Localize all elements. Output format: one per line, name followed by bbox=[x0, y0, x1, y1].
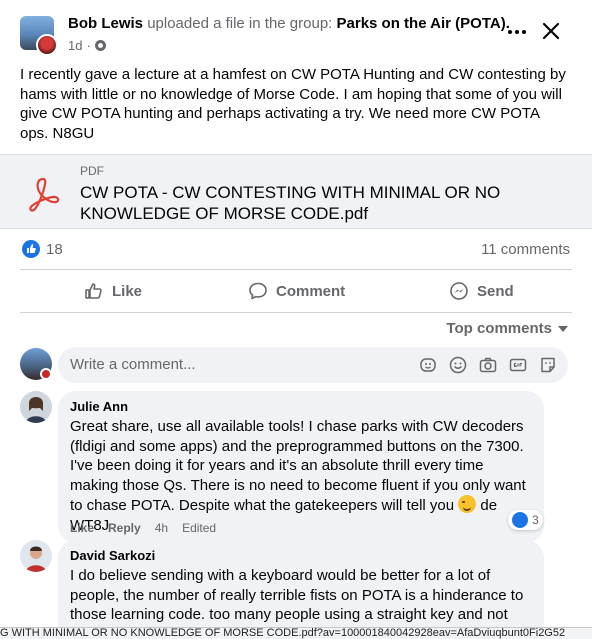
comment-time[interactable]: 4h bbox=[155, 521, 168, 535]
post-actions: Like Comment Send bbox=[0, 274, 592, 308]
send-label: Send bbox=[477, 282, 514, 300]
post-meta: 1d · bbox=[68, 38, 106, 53]
comments-count[interactable]: 11 comments bbox=[481, 241, 570, 258]
reaction-summary: 18 11 comments bbox=[0, 237, 592, 263]
emoji-icon[interactable] bbox=[448, 355, 468, 375]
action-text: uploaded a file in the group: bbox=[147, 15, 333, 32]
like-button[interactable]: Like bbox=[84, 274, 142, 308]
commenter-name[interactable]: David Sarkozi bbox=[70, 548, 532, 564]
sort-label: Top comments bbox=[446, 320, 552, 337]
comment-text-main: Great share, use all available tools! I … bbox=[70, 418, 526, 514]
commenter-name[interactable]: Julie Ann bbox=[70, 399, 532, 415]
post-body: I recently gave a lecture at a hamfest o… bbox=[20, 66, 566, 142]
avatar-badge bbox=[40, 368, 52, 380]
caret-down-icon bbox=[558, 325, 568, 332]
divider bbox=[20, 269, 572, 270]
comment-reaction-count: 3 bbox=[532, 513, 539, 527]
comment-input[interactable]: Write a comment... bbox=[58, 347, 568, 383]
author-name[interactable]: Bob Lewis bbox=[68, 15, 143, 32]
camera-icon[interactable] bbox=[478, 355, 498, 375]
author-avatar[interactable] bbox=[36, 34, 58, 56]
gif-icon[interactable] bbox=[508, 355, 528, 375]
send-button[interactable]: Send bbox=[449, 274, 514, 308]
commenter-avatar[interactable] bbox=[20, 540, 52, 572]
comment-reactions[interactable]: 3 bbox=[508, 510, 543, 530]
comment-label: Comment bbox=[276, 282, 346, 300]
meta-separator: · bbox=[86, 38, 91, 53]
group-avatar[interactable] bbox=[20, 16, 60, 56]
composer-icons bbox=[418, 355, 558, 375]
current-user-avatar[interactable] bbox=[20, 348, 52, 380]
reaction-count[interactable]: 18 bbox=[46, 241, 63, 258]
avatar-sticker-icon[interactable] bbox=[418, 355, 438, 375]
close-icon[interactable] bbox=[538, 18, 564, 44]
comment-text: Great share, use all available tools! I … bbox=[70, 417, 532, 535]
link-status-bar: G WITH MINIMAL OR NO KNOWLEDGE OF MORSE … bbox=[0, 627, 592, 639]
post-header: Bob Lewis uploaded a file in the group: … bbox=[0, 0, 592, 60]
globe-icon bbox=[94, 40, 106, 51]
sticker-icon[interactable] bbox=[538, 355, 558, 375]
like-label: Like bbox=[112, 282, 143, 300]
comment-sort-dropdown[interactable]: Top comments bbox=[446, 320, 568, 337]
group-name[interactable]: Parks on the Air (POTA). bbox=[337, 15, 510, 32]
pdf-icon bbox=[22, 173, 64, 215]
comment-reply-button[interactable]: Reply bbox=[108, 521, 141, 535]
comment-text: I do believe sending with a keyboard wou… bbox=[70, 567, 524, 623]
thumbs-up-icon bbox=[85, 283, 102, 299]
messenger-icon bbox=[450, 282, 468, 300]
comment-placeholder: Write a comment... bbox=[70, 356, 196, 373]
attachment-type: PDF bbox=[80, 164, 104, 178]
wink-emoji-icon bbox=[458, 495, 477, 513]
like-reaction-icon[interactable] bbox=[22, 240, 40, 258]
comment-composer: Write a comment... bbox=[0, 346, 592, 384]
post-headline: Bob Lewis uploaded a file in the group: … bbox=[68, 15, 510, 32]
more-icon[interactable] bbox=[505, 20, 529, 44]
comment-icon bbox=[249, 282, 267, 300]
comment-bubble: David Sarkozi I do believe sending with … bbox=[58, 540, 544, 639]
comment-like-button[interactable]: Like bbox=[70, 521, 94, 535]
divider bbox=[20, 312, 572, 313]
commenter-avatar[interactable] bbox=[20, 391, 52, 423]
post-time[interactable]: 1d bbox=[68, 38, 82, 53]
pdf-attachment[interactable]: PDF CW POTA - CW CONTESTING WITH MINIMAL… bbox=[0, 154, 592, 229]
like-reaction-icon bbox=[512, 512, 528, 528]
comment-button[interactable]: Comment bbox=[248, 274, 345, 308]
attachment-title[interactable]: CW POTA - CW CONTESTING WITH MINIMAL OR … bbox=[80, 182, 560, 224]
comment-actions: Like Reply 4h Edited bbox=[70, 521, 216, 535]
comment-edited: Edited bbox=[182, 521, 217, 535]
